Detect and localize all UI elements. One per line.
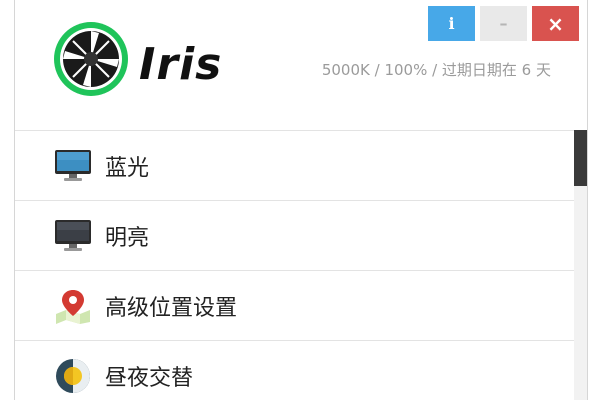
menu-item-label: 蓝光 (105, 155, 150, 181)
day-night-icon (53, 358, 93, 394)
brand-name: Iris (139, 39, 223, 90)
scrollbar-track[interactable] (574, 130, 587, 400)
menu-list: 蓝光 明亮 高级位置设置 昼夜交替 (15, 130, 575, 400)
header: Iris 5000K / 100% / 过期日期在 6 天 (15, 0, 587, 130)
monitor-dark-icon (53, 218, 93, 254)
menu-item-label: 明亮 (105, 225, 150, 251)
menu-item-brightness[interactable]: 明亮 (15, 201, 575, 271)
menu-item-day-night[interactable]: 昼夜交替 (15, 341, 575, 400)
monitor-blue-icon (53, 148, 93, 184)
iris-window: i – × Iris 5000K / 100% / 过期日期在 6 天 蓝光 明… (14, 0, 588, 400)
status-text: 5000K / 100% / 过期日期在 6 天 (321, 61, 551, 79)
map-pin-icon (53, 288, 93, 324)
menu-item-advanced-location[interactable]: 高级位置设置 (15, 271, 575, 341)
menu-item-blue-light[interactable]: 蓝光 (15, 131, 575, 201)
menu-item-label: 高级位置设置 (105, 295, 238, 321)
iris-logo-icon (54, 22, 128, 96)
menu-item-label: 昼夜交替 (105, 365, 194, 391)
scrollbar-thumb[interactable] (574, 130, 587, 186)
